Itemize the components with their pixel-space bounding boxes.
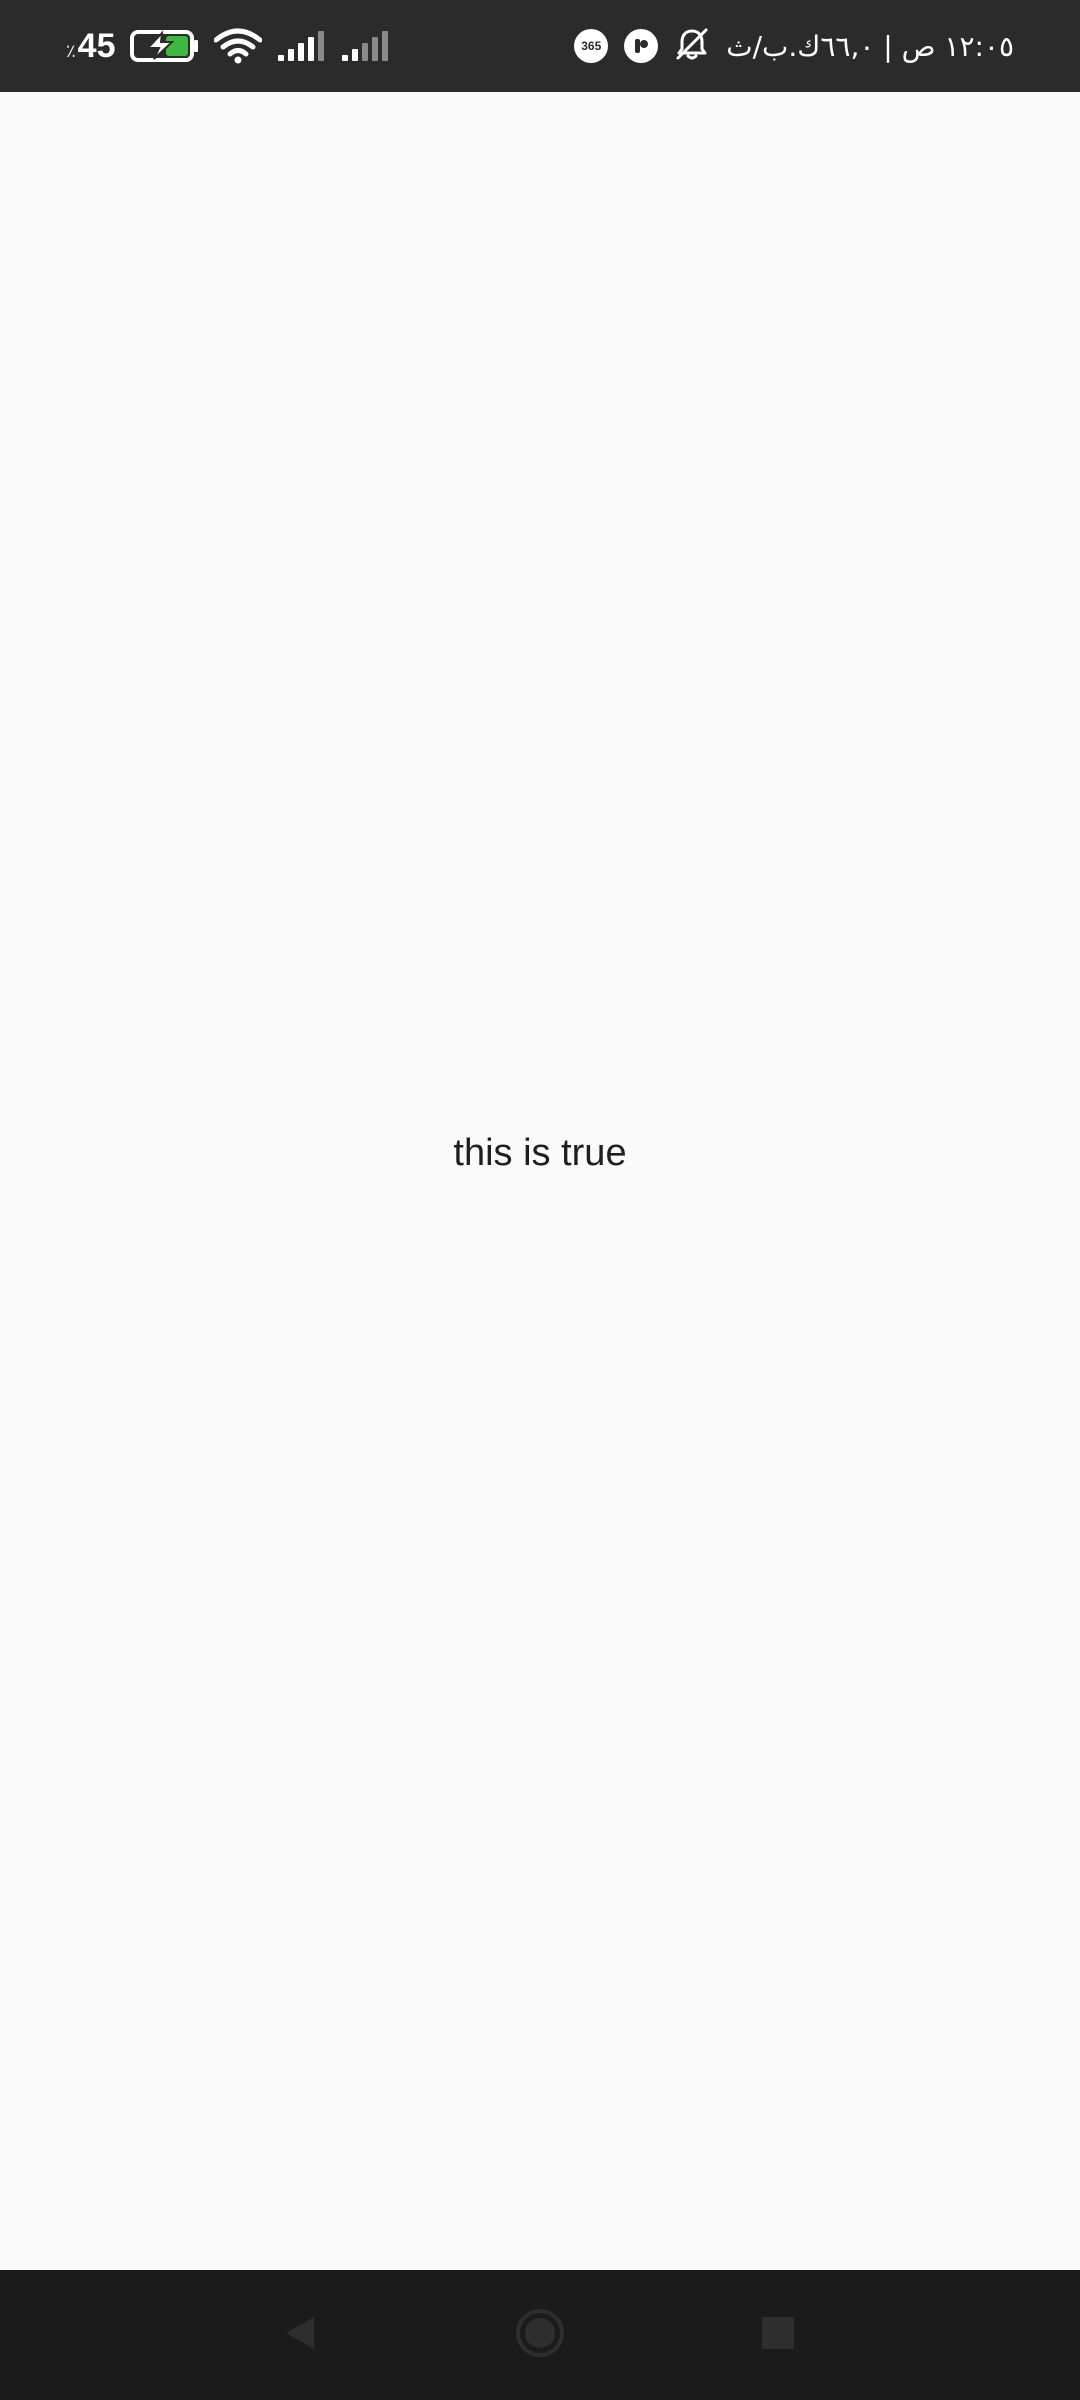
battery-percentage: ٪ 45 — [66, 27, 116, 66]
recents-button[interactable] — [738, 2270, 818, 2400]
main-message: this is true — [453, 1132, 627, 1174]
status-bar-right: 365 ١٢:٠٥ ص | ٦٦,٠ك.ب/ث — [574, 0, 1014, 92]
home-button[interactable] — [500, 2270, 580, 2400]
battery-level: 45 — [77, 26, 116, 65]
bell-off-icon — [674, 26, 710, 66]
365-icon: 365 — [574, 29, 609, 63]
signal-icon — [276, 29, 326, 63]
battery-percent-sign: ٪ — [66, 40, 76, 61]
back-button[interactable] — [260, 2270, 340, 2400]
main-content: this is true — [0, 92, 1080, 2270]
time-and-speed: ١٢:٠٥ ص | ٦٦,٠ك.ب/ث — [726, 29, 1014, 63]
back-triangle-icon — [280, 2313, 320, 2357]
app-badge-icon — [624, 29, 659, 63]
status-bar-left: ٪ 45 — [66, 0, 390, 92]
recents-square-icon — [760, 2315, 796, 2355]
status-bar: ٪ 45 365 ١٢:٠٥ ص | ٦٦,٠ك.ب/ث — [0, 0, 1080, 92]
wifi-icon — [213, 28, 262, 64]
app-screen: ٪ 45 365 ١٢:٠٥ ص | ٦٦,٠ك.ب/ث this is tru… — [0, 0, 1080, 2400]
navigation-bar — [0, 2270, 1080, 2400]
home-circle-icon — [514, 2307, 566, 2363]
battery-charging-icon — [129, 29, 200, 63]
signal-icon-2 — [340, 29, 390, 63]
